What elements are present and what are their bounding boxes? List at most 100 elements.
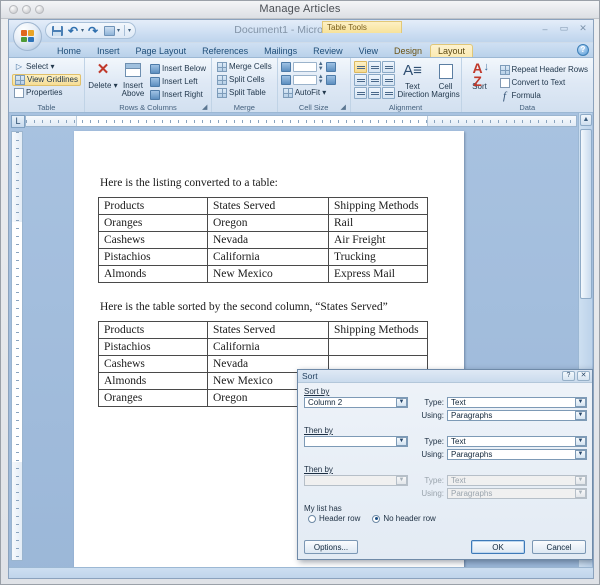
align-top-left-icon[interactable] [353,61,367,73]
cell[interactable]: Almonds [98,265,208,283]
cell-alignment-grid[interactable] [353,61,395,99]
sort-dialog[interactable]: Sort ? ✕ Sort by Column 2 ▼ Type: Text ▼… [297,369,593,560]
document-table-1[interactable]: Products States Served Shipping Methods … [98,197,428,283]
column-width-spin-icon[interactable]: ▲ ▼ [318,74,324,85]
tab-references[interactable]: References [194,44,256,58]
column-width-stepper[interactable]: ▲ ▼ [292,74,324,85]
tab-view[interactable]: View [351,44,386,58]
tab-design[interactable]: Design [386,44,430,58]
sort-by-using-select[interactable]: Paragraphs ▼ [447,410,587,421]
ok-button[interactable]: OK [471,540,525,554]
distribute-columns-icon[interactable] [325,74,336,85]
sort-by-type-select[interactable]: Text ▼ [447,397,587,408]
align-middle-center-icon[interactable] [367,74,381,86]
cell[interactable]: California [207,248,329,266]
cell[interactable]: Products [98,321,208,339]
table-row[interactable]: Oranges Oregon Rail [98,214,428,232]
view-gridlines-button[interactable]: View Gridlines [12,73,81,86]
cell[interactable]: States Served [207,321,329,339]
formula-button[interactable]: f Formula [498,90,543,101]
text-direction-button[interactable]: A≡ Text Direction [398,61,430,99]
table-row[interactable]: Cashews Nevada Air Freight [98,231,428,249]
radio-dot-icon[interactable] [593,447,594,455]
sort-button[interactable]: AZ ↓ Sort [465,61,495,91]
radio-dot-icon[interactable] [593,408,594,416]
table-row[interactable]: Pistachios California Trucking [98,248,428,266]
distribute-rows-icon[interactable] [325,61,336,72]
no-header-row-radio[interactable]: No header row [372,514,436,523]
cell[interactable]: Cashews [98,231,208,249]
row-height-spin-icon[interactable]: ▲ ▼ [318,61,324,72]
vertical-scroll-thumb[interactable] [580,129,592,299]
cell[interactable]: Air Freight [328,231,428,249]
horizontal-scrollbar[interactable] [9,567,593,578]
cell[interactable]: Shipping Methods [328,321,428,339]
chevron-down-icon[interactable]: ▼ [575,411,586,420]
align-middle-left-icon[interactable] [353,74,367,86]
sort-dialog-close-icon[interactable]: ✕ [577,371,590,381]
cell[interactable]: New Mexico [207,265,329,283]
chevron-down-icon[interactable]: ▼ [396,437,407,446]
insert-left-button[interactable]: Insert Left [148,76,200,87]
restore-button[interactable]: ▭ [557,23,571,34]
vertical-ruler[interactable] [11,131,23,561]
header-row-radio[interactable]: Header row [308,514,360,523]
cell[interactable]: Pistachios [98,338,208,356]
tab-review[interactable]: Review [305,44,351,58]
then-by-1-column-select[interactable]: ▼ [304,436,408,447]
chevron-down-icon[interactable]: ▼ [575,450,586,459]
then-by-1-descending-radio[interactable]: Descending [593,446,594,455]
sort-by-column-select[interactable]: Column 2 ▼ [304,397,408,408]
sort-by-ascending-radio[interactable]: Ascending [593,397,594,406]
horizontal-ruler[interactable] [25,115,577,127]
options-button[interactable]: Options... [304,540,358,554]
then-by-1-using-select[interactable]: Paragraphs ▼ [447,449,587,460]
cell[interactable]: Nevada [207,231,329,249]
tab-stop-selector[interactable]: L [11,115,25,128]
row-height-stepper[interactable]: ▲ ▼ [292,61,324,72]
table-row[interactable]: Products States Served Shipping Methods [98,321,428,339]
sort-dialog-help-icon[interactable]: ? [562,371,575,381]
then-by-1-ascending-radio[interactable]: Ascending [593,436,594,445]
sort-by-descending-radio[interactable]: Descending [593,407,594,416]
window-controls[interactable]: – ▭ ✕ [538,23,590,34]
cancel-button[interactable]: Cancel [532,540,586,554]
cell[interactable]: Almonds [98,372,208,390]
help-icon[interactable]: ? [577,44,589,56]
my-list-has-radios[interactable]: Header row No header row [308,514,586,523]
properties-button[interactable]: Properties [12,87,64,98]
convert-to-text-button[interactable]: Convert to Text [498,77,568,88]
radio-dot-icon[interactable] [593,437,594,445]
chevron-down-icon[interactable]: ▼ [575,398,586,407]
cell[interactable]: Cashews [98,355,208,373]
radio-dot-icon[interactable] [308,514,316,523]
minimize-button[interactable]: – [538,23,552,34]
cell-size-dialog-launcher-icon[interactable]: ◢ [341,104,348,111]
chevron-down-icon[interactable]: ▼ [396,398,407,407]
align-top-center-icon[interactable] [367,61,381,73]
merge-cells-button[interactable]: Merge Cells [215,61,274,72]
repeat-header-rows-button[interactable]: Repeat Header Rows [498,64,590,75]
tab-page-layout[interactable]: Page Layout [128,44,195,58]
table-row[interactable]: Pistachios California [98,338,428,356]
tab-mailings[interactable]: Mailings [256,44,305,58]
align-middle-right-icon[interactable] [381,74,395,86]
select-button[interactable]: ▷ Select ▾ [12,62,56,72]
autofit-button[interactable]: AutoFit ▾ [281,87,329,98]
insert-above-button[interactable]: Insert Above [118,60,148,98]
close-button[interactable]: ✕ [576,23,590,34]
sort-by-order-radios[interactable]: Ascending Descending [593,397,594,416]
radio-dot-icon[interactable] [593,398,594,406]
then-by-1-type-select[interactable]: Text ▼ [447,436,587,447]
then-by-1-order-radios[interactable]: Ascending Descending [593,436,594,455]
delete-button[interactable]: ✕ Delete ▾ [88,60,118,90]
scroll-up-icon[interactable]: ▲ [580,114,592,126]
table-row[interactable]: Almonds New Mexico Express Mail [98,265,428,283]
tab-insert[interactable]: Insert [89,44,128,58]
ribbon-tabs[interactable]: Home Insert Page Layout References Maili… [9,43,593,58]
cell[interactable]: Express Mail [328,265,428,283]
tab-layout[interactable]: Layout [430,43,474,57]
office-button[interactable] [13,22,42,51]
cell[interactable]: Products [98,197,208,215]
cell[interactable]: Oregon [207,214,329,232]
